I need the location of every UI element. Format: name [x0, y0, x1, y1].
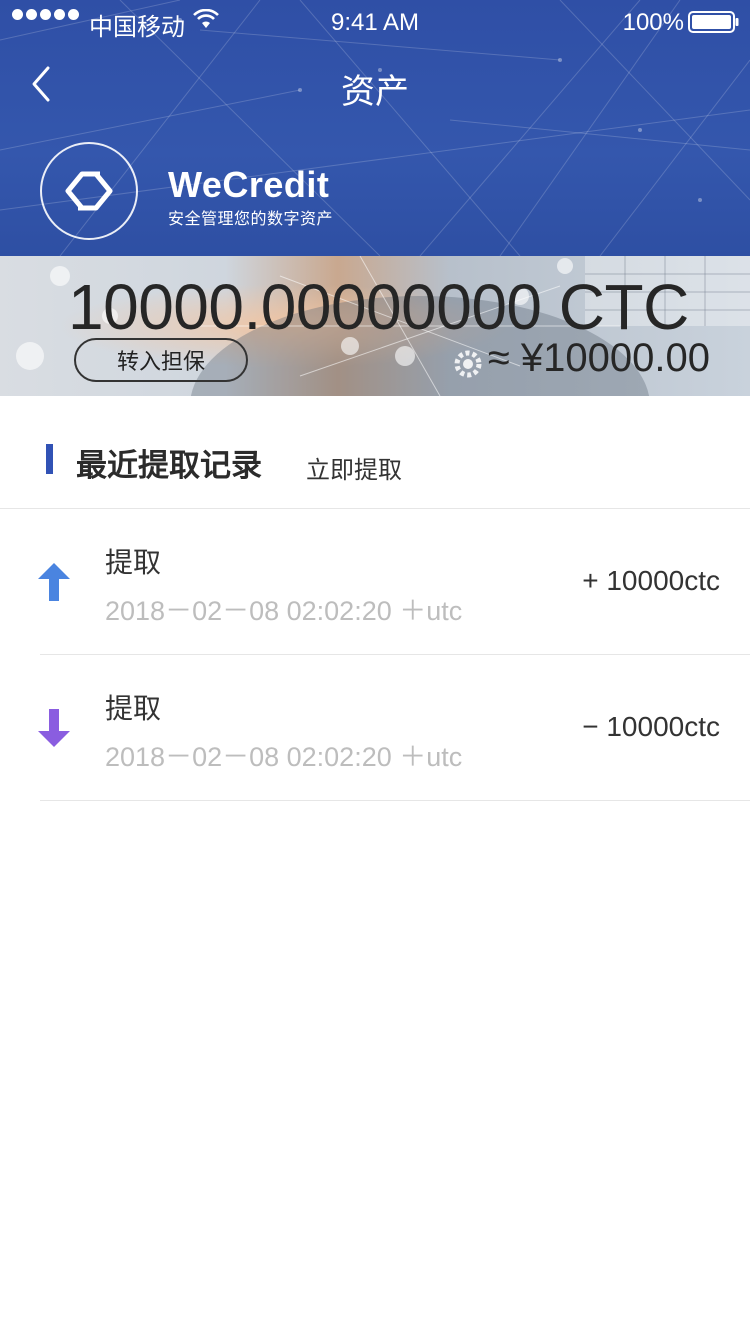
wecredit-logo-icon: [65, 171, 113, 211]
gear-icon: [454, 350, 482, 378]
balance-card: 10000.00000000 CTC 转入担保 ≈ ¥10000.00: [0, 256, 750, 396]
section-title: 最近提取记录: [76, 448, 262, 483]
header-banner: 中国移动 9:41 AM 100% 资产 WeCredit 安全管理您的数字资产: [0, 0, 750, 256]
section-accent-bar: [46, 444, 53, 474]
arrow-up-icon: [38, 563, 70, 601]
record-amount: + 10000ctc: [582, 565, 720, 596]
deposit-guarantee-button[interactable]: 转入担保: [74, 338, 248, 382]
list-item[interactable]: 提取 2018－02－08 02:02:20 ＋utc − 10000ctc: [38, 655, 750, 801]
battery-icon: [688, 11, 739, 33]
record-time: 2018－02－08 02:02:20 ＋utc: [105, 742, 463, 772]
withdraw-now-link[interactable]: 立即提取: [306, 450, 402, 485]
brand-logo: [40, 142, 138, 240]
status-bar: 中国移动 9:41 AM 100%: [0, 0, 750, 44]
record-amount: − 10000ctc: [582, 711, 720, 742]
record-title: 提取: [105, 693, 162, 724]
brand-tagline: 安全管理您的数字资产: [168, 211, 334, 228]
page-title: 资产: [341, 73, 409, 111]
list-item[interactable]: 提取 2018－02－08 02:02:20 ＋utc + 10000ctc: [38, 509, 750, 655]
record-time: 2018－02－08 02:02:20 ＋utc: [105, 596, 463, 626]
record-title: 提取: [105, 547, 162, 578]
battery-percent: 100%: [622, 9, 684, 36]
arrow-down-icon: [38, 709, 70, 747]
brand-name: WeCredit: [168, 164, 330, 205]
balance-amount: 10000.00000000 CTC: [68, 271, 689, 343]
recent-withdrawals-header: 最近提取记录 立即提取: [0, 396, 750, 509]
fiat-value: ≈ ¥10000.00: [487, 336, 710, 380]
